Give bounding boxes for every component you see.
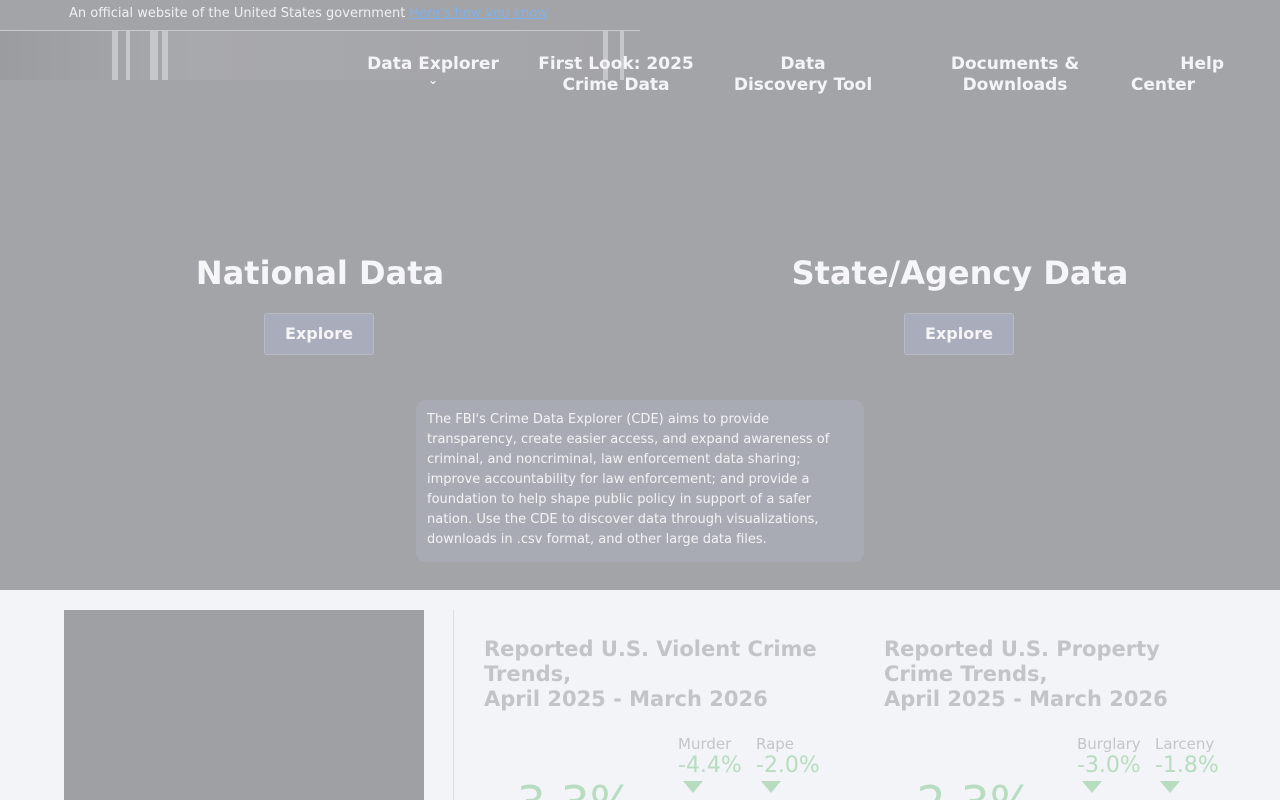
property-title-line3: April 2025 - March 2026: [884, 687, 1168, 711]
nav-first-look-line1: First Look: 2025: [538, 54, 694, 74]
feature-image: [64, 610, 424, 800]
nav-first-look[interactable]: First Look: 2025 Crime Data: [536, 54, 696, 96]
nav-data-discovery-tool[interactable]: Data Discovery Tool: [732, 54, 874, 96]
hero-section: An official website of the United States…: [0, 0, 1280, 590]
stat-murder-label: Murder: [678, 735, 732, 753]
property-title-line2: Crime Trends,: [884, 662, 1048, 686]
trend-down-icon: [1082, 781, 1102, 793]
gov-banner-text: An official website of the United States…: [69, 6, 548, 21]
stat-murder-value: -4.4%: [678, 753, 742, 778]
cde-description-text: The FBI's Crime Data Explorer (CDE) aims…: [427, 412, 830, 547]
stat-larceny-value: -1.8%: [1155, 753, 1219, 778]
stat-rape-label: Rape: [756, 735, 795, 753]
property-crime-total-change: -2.3%: [900, 778, 1033, 800]
cde-description-card: The FBI's Crime Data Explorer (CDE) aims…: [416, 400, 864, 562]
nav-help-line2: Center: [1130, 75, 1195, 95]
violent-title-line3: April 2025 - March 2026: [484, 687, 768, 711]
logo-pillar: [150, 31, 158, 80]
nav-help-center[interactable]: Help Center: [1128, 54, 1228, 96]
stat-burglary-value: -3.0%: [1077, 753, 1141, 778]
violent-title-line1: Reported U.S. Violent Crime: [484, 637, 817, 661]
violent-title-line2: Trends,: [484, 662, 572, 686]
chevron-down-icon: ⌄: [427, 73, 439, 87]
stat-rape-value: -2.0%: [756, 753, 820, 778]
nav-documents-line1: Documents &: [950, 54, 1080, 74]
nav-documents-line2: Downloads: [962, 75, 1068, 95]
gov-banner-label: An official website of the United States…: [69, 6, 406, 21]
property-crime-trends-title: Reported U.S. Property Crime Trends, Apr…: [884, 637, 1204, 712]
nav-help-line1: Help: [1180, 54, 1224, 74]
logo-pillar: [162, 31, 168, 80]
stat-larceny: Larceny -1.8%: [1155, 735, 1219, 793]
stat-murder: Murder -4.4%: [678, 735, 742, 793]
nav-documents-downloads[interactable]: Documents & Downloads: [944, 54, 1086, 96]
property-title-line1: Reported U.S. Property: [884, 637, 1160, 661]
gov-banner: An official website of the United States…: [0, 0, 640, 31]
nav-data-explorer[interactable]: Data Explorer ⌄: [367, 54, 499, 87]
heres-how-you-know-link[interactable]: Here's how you know: [409, 6, 548, 21]
nav-first-look-line2: Crime Data: [562, 75, 670, 95]
stat-rape: Rape -2.0%: [756, 735, 820, 793]
stat-larceny-label: Larceny: [1155, 735, 1215, 753]
state-explore-button[interactable]: Explore: [904, 313, 1014, 355]
trend-down-icon: [683, 781, 703, 793]
trend-down-icon: [1160, 781, 1180, 793]
stat-burglary-label: Burglary: [1077, 735, 1141, 753]
section-divider: [453, 610, 454, 800]
trend-down-icon: [761, 781, 781, 793]
violent-crime-total-change: -3.3%: [500, 778, 633, 800]
nav-data-explorer-label: Data Explorer: [367, 54, 499, 74]
violent-crime-trends-title: Reported U.S. Violent Crime Trends, Apri…: [484, 637, 844, 712]
national-explore-button[interactable]: Explore: [264, 313, 374, 355]
nav-data-discovery-line1: Data: [780, 54, 826, 74]
logo-pillar: [126, 31, 130, 80]
stat-burglary: Burglary -3.0%: [1077, 735, 1141, 793]
nav-data-discovery-line2: Discovery Tool: [733, 75, 873, 95]
logo-pillar: [112, 31, 118, 80]
state-agency-data-title: State/Agency Data: [791, 254, 1129, 292]
national-data-title: National Data: [195, 254, 445, 292]
